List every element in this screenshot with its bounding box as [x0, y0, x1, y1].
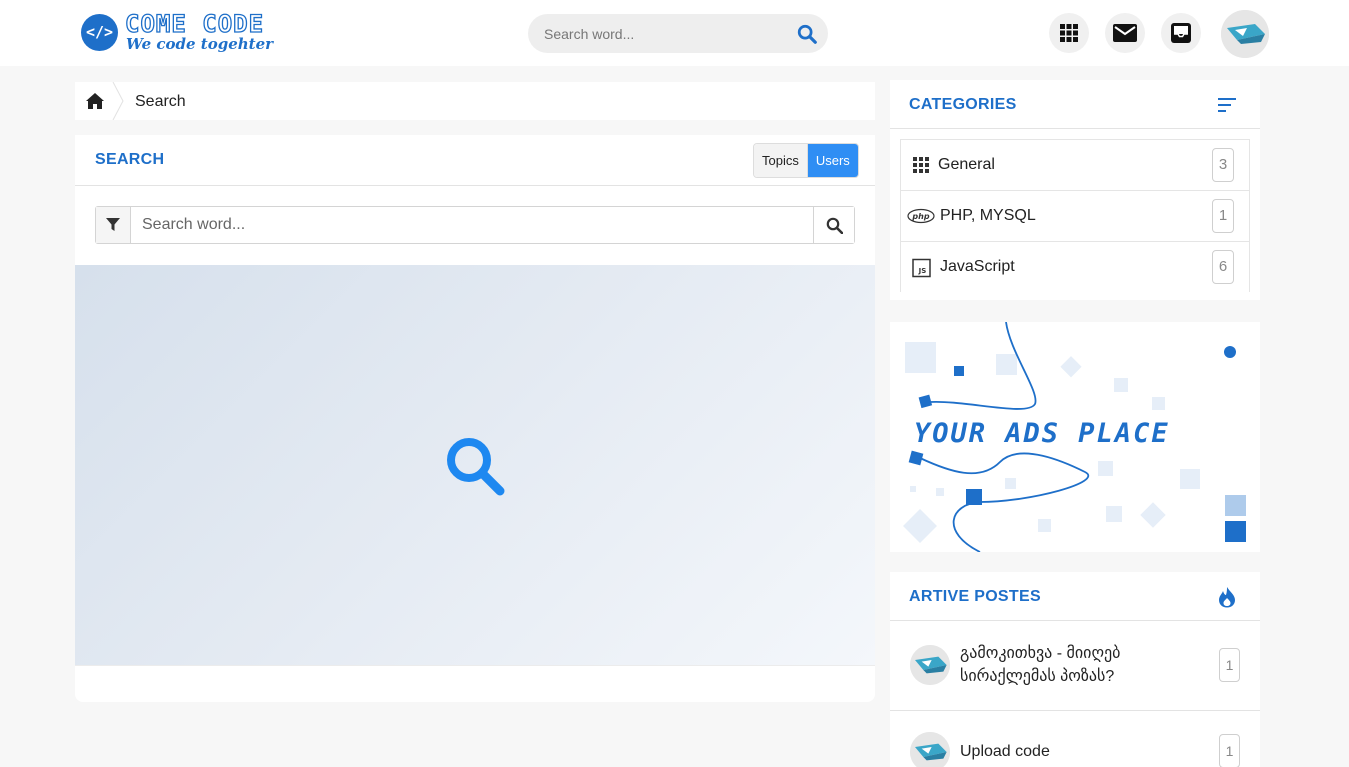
filter-button[interactable] — [96, 207, 131, 243]
tab-users[interactable]: Users — [807, 144, 858, 177]
grid-icon — [1060, 24, 1078, 42]
categories-title: CATEGORIES — [909, 96, 1017, 113]
sort-icon[interactable] — [1216, 94, 1238, 116]
divider — [75, 665, 875, 666]
top-header: </> COME CODE We code togehter — [0, 0, 1349, 66]
search-title: SEARCH — [95, 151, 165, 168]
search-box — [95, 206, 855, 244]
inbox-button[interactable] — [1161, 13, 1201, 53]
post-count: 1 — [1219, 648, 1240, 682]
category-item[interactable]: General 3 — [901, 140, 1249, 191]
category-list: General 3 php PHP, MYSQL 1 JS JavaScript… — [900, 139, 1250, 292]
post-count: 1 — [1219, 734, 1240, 767]
search-input[interactable] — [142, 207, 802, 243]
divider — [75, 185, 875, 186]
post-title[interactable]: Upload code — [960, 740, 1170, 763]
header-search-box — [528, 14, 828, 53]
logo-code-icon: </> — [81, 14, 118, 51]
php-icon: php — [907, 208, 935, 224]
search-type-toggle: Topics Users — [753, 143, 859, 178]
ad-text: YOUR ADS PLACE — [914, 418, 1170, 449]
search-results-placeholder — [75, 265, 875, 665]
active-post-item[interactable]: გამოკითხვა - მიიღებ სირაქლემას პოზას? 1 — [890, 621, 1260, 711]
category-name: PHP, MYSQL — [940, 207, 1036, 224]
messages-button[interactable] — [1105, 13, 1145, 53]
post-title[interactable]: გამოკითხვა - მიიღებ სირაქლემას პოზას? — [960, 642, 1170, 688]
categories-panel: CATEGORIES General 3 php PHP, MYSQL 1 JS… — [890, 80, 1260, 300]
inbox-icon — [1171, 23, 1191, 43]
category-count: 6 — [1212, 250, 1234, 284]
mail-icon — [1113, 24, 1137, 42]
active-post-item[interactable]: Upload code 1 — [890, 711, 1260, 767]
apps-grid-button[interactable] — [1049, 13, 1089, 53]
js-icon: JS — [912, 258, 931, 278]
active-posts-title: ARTIVE POSTES — [909, 588, 1041, 605]
svg-text:php: php — [911, 212, 929, 221]
user-avatar[interactable] — [1221, 10, 1269, 58]
home-icon[interactable] — [85, 92, 105, 110]
avatar-image — [910, 732, 950, 767]
logo-name: COME CODE — [124, 9, 265, 38]
logo-tagline: We code togehter — [126, 35, 274, 53]
site-logo[interactable]: </> COME CODE We code togehter — [81, 9, 301, 53]
search-icon — [826, 217, 843, 234]
search-icon[interactable] — [796, 23, 818, 45]
fire-icon — [1219, 587, 1235, 608]
magnifier-icon — [447, 438, 505, 496]
search-submit-button[interactable] — [813, 207, 854, 243]
divider — [890, 128, 1260, 129]
ad-banner[interactable]: YOUR ADS PLACE — [890, 322, 1260, 552]
avatar-image — [910, 645, 950, 685]
avatar — [910, 732, 950, 767]
category-count: 3 — [1212, 148, 1234, 182]
avatar — [910, 645, 950, 685]
category-item[interactable]: php PHP, MYSQL 1 — [901, 191, 1249, 242]
active-posts-panel: ARTIVE POSTES გამოკითხვა - მიიღებ სირაქლ… — [890, 572, 1260, 767]
category-item[interactable]: JS JavaScript 6 — [901, 242, 1249, 292]
chevron-right-icon — [112, 82, 124, 120]
tab-topics[interactable]: Topics — [754, 144, 808, 177]
category-name: General — [938, 156, 995, 173]
avatar-image — [1221, 10, 1269, 58]
filter-icon — [106, 218, 120, 231]
category-name: JavaScript — [940, 258, 1015, 275]
svg-text:JS: JS — [918, 267, 927, 275]
breadcrumb: Search — [75, 82, 875, 120]
grid-icon — [913, 157, 929, 173]
header-search-input[interactable] — [544, 14, 784, 53]
breadcrumb-current: Search — [135, 93, 186, 110]
category-count: 1 — [1212, 199, 1234, 233]
search-card: SEARCH Topics Users — [75, 135, 875, 702]
